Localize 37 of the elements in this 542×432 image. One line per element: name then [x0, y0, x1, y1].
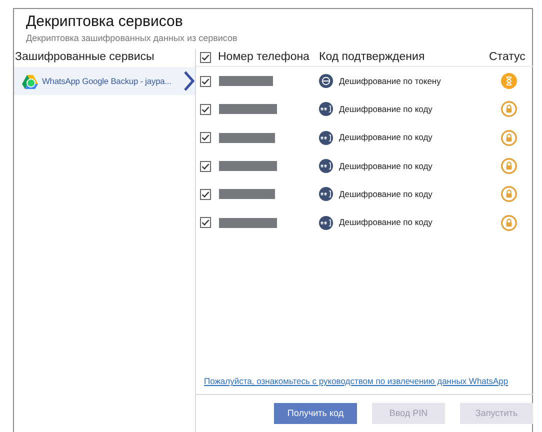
- method-label: Дешифрование по коду: [339, 188, 432, 201]
- row-checkbox[interactable]: [200, 160, 211, 172]
- method-label: Дешифрование по токену: [339, 74, 441, 88]
- column-header: Статус: [489, 50, 526, 65]
- method-label: Дешифрование по коду: [339, 131, 432, 144]
- code-icon: [319, 102, 333, 116]
- method-label: Дешифрование по коду: [339, 216, 432, 229]
- code-icon: [319, 159, 333, 174]
- row-checkbox[interactable]: [200, 217, 211, 228]
- redaction-bar: [219, 132, 275, 143]
- token-icon: [319, 74, 333, 88]
- row-checkbox[interactable]: [200, 76, 211, 87]
- redaction-bar: [219, 161, 277, 172]
- redaction-bar: [219, 189, 275, 200]
- guide-link[interactable]: Пожалуйста, ознакомьтесь с руководством по извлечению данных WhatsApp: [204, 375, 508, 388]
- code-icon: [319, 130, 333, 145]
- column-header: Код подтверждения: [319, 50, 426, 65]
- redaction-bar: [219, 76, 273, 86]
- method-label: Дешифрование по коду: [339, 103, 432, 116]
- row-checkbox[interactable]: [200, 104, 211, 115]
- service-item[interactable]: WhatsApp Google Backup - jaypa...: [14, 67, 195, 95]
- row-checkbox[interactable]: [200, 188, 211, 200]
- chevron-icon: [183, 71, 195, 91]
- column-header: Номер телефона: [218, 50, 310, 65]
- window-title: Декриптовка сервисов: [26, 12, 184, 32]
- action-button[interactable]: Получить код: [274, 403, 357, 424]
- method-label: Дешифрование по коду: [339, 160, 432, 172]
- code-icon: [319, 216, 333, 230]
- window-subtitle: Декриптовка зашифрованных данных из сервисов: [26, 32, 238, 44]
- redaction-bar: [219, 218, 277, 228]
- drive-icon: [22, 74, 38, 88]
- service-label: WhatsApp Google Backup - jaypa...: [42, 74, 172, 88]
- select-all-checkbox[interactable]: [200, 52, 211, 63]
- row-checkbox[interactable]: [200, 132, 211, 144]
- code-icon: [319, 187, 333, 202]
- redaction-bar: [219, 104, 277, 114]
- column-header: Зашифрованные сервисы: [15, 50, 154, 66]
